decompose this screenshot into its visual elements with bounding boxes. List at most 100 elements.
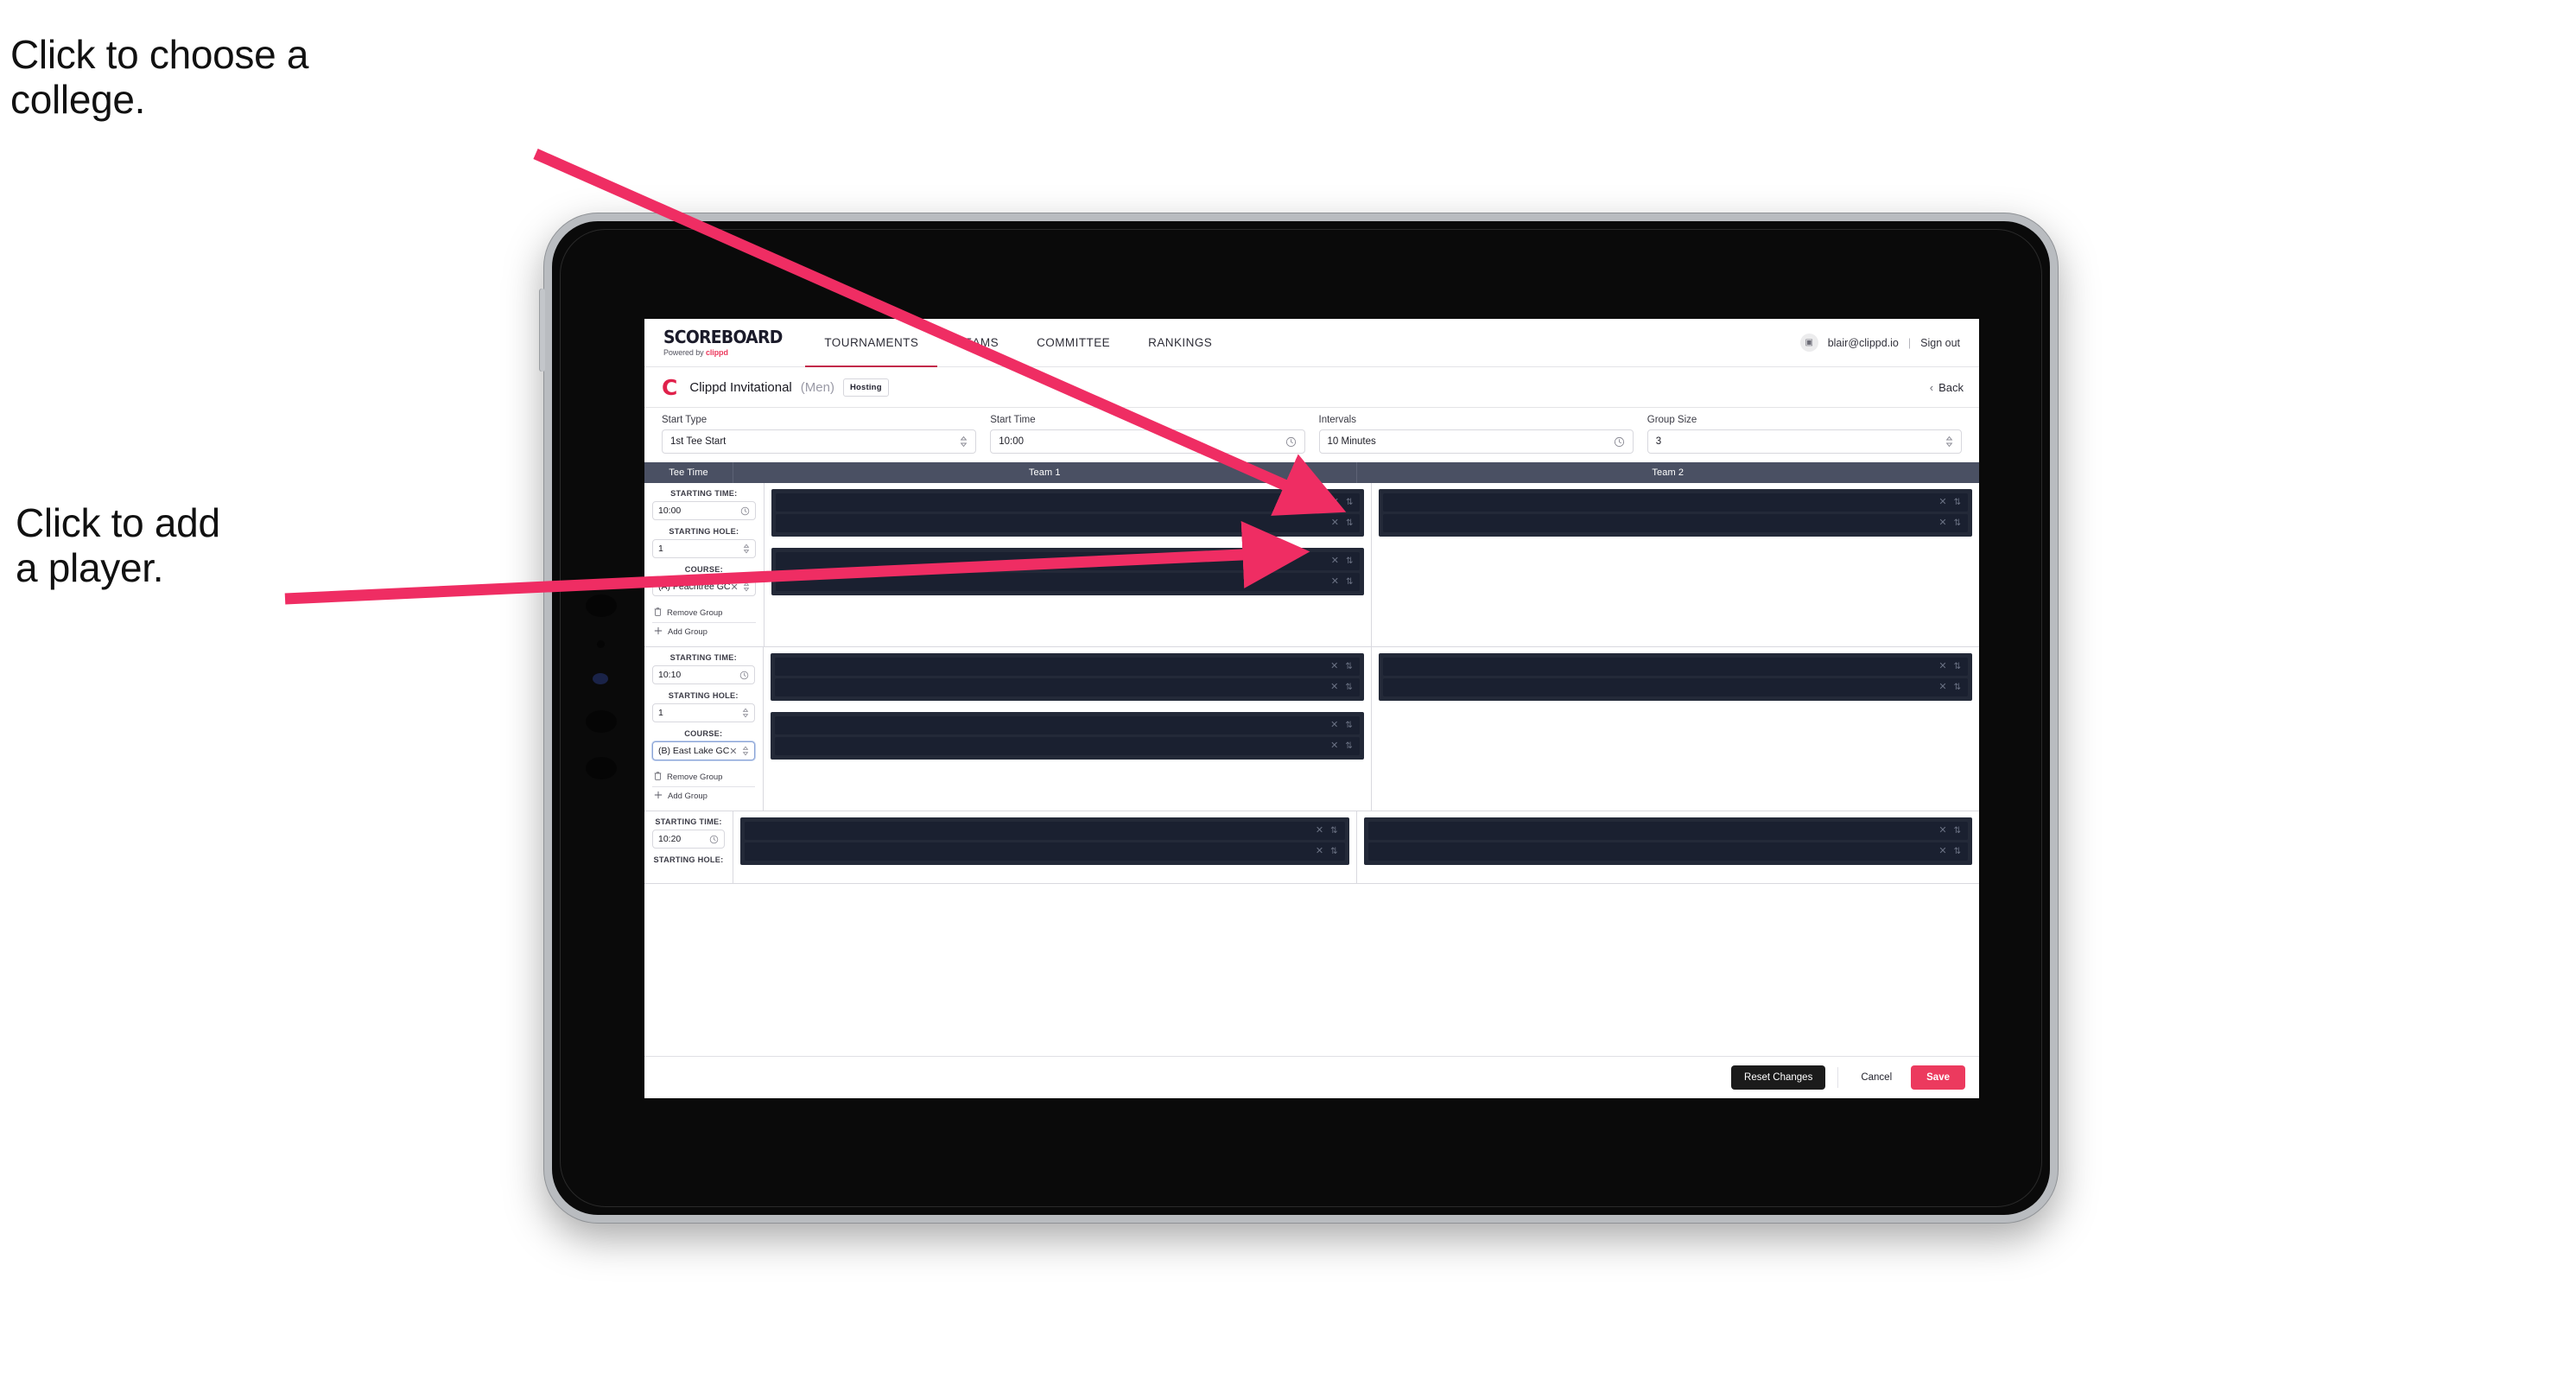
cell-spacer <box>1379 548 1972 639</box>
stepper-icon[interactable]: ⇅ <box>1346 556 1353 566</box>
stepper-icon[interactable]: ⇅ <box>1345 741 1352 751</box>
remove-player-icon[interactable]: ✕ <box>1331 556 1339 566</box>
stepper-icon[interactable] <box>1945 436 1953 448</box>
stepper-icon[interactable]: ⇅ <box>1345 662 1352 671</box>
player-slot[interactable]: ✕ ⇅ <box>775 552 1361 570</box>
save-button[interactable]: Save <box>1911 1065 1965 1090</box>
avatar-glyph-icon: ▣ <box>1805 338 1813 347</box>
player-group-team2-r0-g0[interactable]: ✕ ⇅ ✕ ⇅ <box>1379 489 1973 537</box>
player-slot[interactable]: ✕ ⇅ <box>774 737 1360 755</box>
nav-tab-tournaments[interactable]: TOURNAMENTS <box>805 319 938 367</box>
stepper-icon[interactable]: ⇅ <box>1954 847 1961 856</box>
stepper-icon[interactable]: ⇅ <box>1954 683 1961 692</box>
remove-player-icon[interactable]: ✕ <box>1330 662 1338 671</box>
cancel-button[interactable]: Cancel <box>1850 1065 1902 1090</box>
stepper-icon[interactable]: ⇅ <box>1954 826 1961 836</box>
intervals-input[interactable]: 10 Minutes <box>1318 429 1634 454</box>
group-size-stepper[interactable]: 3 <box>1646 429 1962 454</box>
remove-player-icon[interactable]: ✕ <box>1938 683 1946 692</box>
remove-player-icon[interactable]: ✕ <box>1938 662 1946 671</box>
stepper-icon[interactable]: ⇅ <box>1954 662 1961 671</box>
nav-tab-teams[interactable]: TEAMS <box>937 319 1018 366</box>
remove-player-icon[interactable]: ✕ <box>1331 498 1339 507</box>
clear-course-icon[interactable]: ✕ <box>729 746 737 757</box>
player-slot[interactable]: ✕ ⇅ <box>1382 658 1968 676</box>
remove-player-icon[interactable]: ✕ <box>1316 847 1323 856</box>
nav-tab-rankings[interactable]: RANKINGS <box>1129 319 1231 366</box>
scoreboard-logo[interactable]: SCOREBOARD Powered by clippd <box>644 319 805 366</box>
remove-player-icon[interactable]: ✕ <box>1938 847 1946 856</box>
stepper-icon[interactable]: ⇅ <box>1345 721 1352 730</box>
player-group-team2-r2-g0[interactable]: ✕ ⇅ ✕ ⇅ <box>1363 817 1972 865</box>
player-group-team2-r1-g0[interactable]: ✕ ⇅ ✕ ⇅ <box>1378 653 1972 701</box>
player-slot[interactable]: ✕ ⇅ <box>1367 842 1968 861</box>
stepper-icon[interactable] <box>960 436 968 448</box>
tee-time-cell: STARTING TIME: 10:10 STARTING HOLE: 1 COURSE… <box>644 647 764 811</box>
remove-player-icon[interactable]: ✕ <box>1330 683 1338 692</box>
remove-player-icon[interactable]: ✕ <box>1316 826 1323 836</box>
stepper-icon[interactable]: ⇅ <box>1345 683 1352 692</box>
add-group-button[interactable]: Add Group <box>652 786 755 805</box>
clock-icon[interactable] <box>739 671 749 680</box>
starting-hole-stepper[interactable]: 1 <box>652 539 756 558</box>
reset-changes-button[interactable]: Reset Changes <box>1731 1065 1826 1090</box>
player-group-team1-r1-g0[interactable]: ✕ ⇅ ✕ ⇅ <box>770 653 1364 701</box>
player-slot[interactable]: ✕ ⇅ <box>774 678 1360 696</box>
stepper-icon[interactable]: ⇅ <box>1954 518 1961 528</box>
remove-player-icon[interactable]: ✕ <box>1330 741 1338 751</box>
stepper-icon[interactable] <box>743 544 750 554</box>
player-slot[interactable]: ✕ ⇅ <box>1383 514 1969 532</box>
player-group-team1-r0-g1[interactable]: ✕ ⇅ ✕ ⇅ <box>771 548 1365 595</box>
stepper-icon[interactable] <box>742 708 749 718</box>
add-group-button[interactable]: Add Group <box>652 622 756 641</box>
starting-hole-stepper[interactable]: 1 <box>652 703 755 722</box>
player-slot[interactable]: ✕ ⇅ <box>1382 678 1968 696</box>
tournament-header-bar: C Clippd Invitational (Men) Hosting ‹ Ba… <box>644 367 1979 408</box>
player-slot[interactable]: ✕ ⇅ <box>775 573 1361 591</box>
stepper-icon[interactable]: ⇅ <box>1346 577 1353 587</box>
stepper-icon[interactable]: ⇅ <box>1330 847 1337 856</box>
avatar[interactable]: ▣ <box>1799 334 1818 352</box>
clock-icon[interactable] <box>1614 436 1625 448</box>
start-type-select[interactable]: 1st Tee Start <box>662 429 977 454</box>
starting-time-input[interactable]: 10:00 <box>652 501 756 520</box>
player-slot[interactable]: ✕ ⇅ <box>1383 493 1969 512</box>
course-label: COURSE: <box>684 565 723 574</box>
start-time-input[interactable]: 10:00 <box>990 429 1305 454</box>
starting-time-input[interactable]: 10:20 <box>652 830 725 849</box>
stepper-icon[interactable] <box>742 746 749 756</box>
course-select[interactable]: (A) Peachtree GC ✕ <box>652 577 756 596</box>
back-link[interactable]: ‹ Back <box>1930 381 1964 394</box>
player-slot[interactable]: ✕ ⇅ <box>1367 822 1968 840</box>
remove-player-icon[interactable]: ✕ <box>1330 721 1338 730</box>
player-group-team1-r2-g0[interactable]: ✕ ⇅ ✕ ⇅ <box>740 817 1349 865</box>
nav-tab-committee[interactable]: COMMITTEE <box>1018 319 1129 366</box>
starting-time-input[interactable]: 10:10 <box>652 665 755 684</box>
remove-player-icon[interactable]: ✕ <box>1331 577 1339 587</box>
stepper-icon[interactable]: ⇅ <box>1330 826 1337 836</box>
remove-player-icon[interactable]: ✕ <box>1938 826 1946 836</box>
player-slot[interactable]: ✕ ⇅ <box>774 658 1360 676</box>
stepper-icon[interactable]: ⇅ <box>1346 498 1353 507</box>
remove-group-button[interactable]: Remove Group <box>652 603 756 622</box>
clock-icon[interactable] <box>709 835 719 844</box>
remove-group-button[interactable]: Remove Group <box>652 767 755 786</box>
player-slot[interactable]: ✕ ⇅ <box>745 842 1345 861</box>
remove-player-icon[interactable]: ✕ <box>1331 518 1339 528</box>
player-slot[interactable]: ✕ ⇅ <box>745 822 1345 840</box>
remove-player-icon[interactable]: ✕ <box>1938 518 1946 528</box>
player-slot[interactable]: ✕ ⇅ <box>774 716 1360 734</box>
player-slot[interactable]: ✕ ⇅ <box>775 514 1361 532</box>
stepper-icon[interactable]: ⇅ <box>1954 498 1961 507</box>
sign-out-link[interactable]: Sign out <box>1920 337 1960 349</box>
course-select[interactable]: (B) East Lake GC ✕ <box>652 741 755 760</box>
player-group-team1-r0-g0[interactable]: ✕ ⇅ ✕ ⇅ <box>771 489 1365 537</box>
stepper-icon[interactable]: ⇅ <box>1346 518 1353 528</box>
clock-icon[interactable] <box>1285 436 1297 448</box>
player-group-team1-r1-g1[interactable]: ✕ ⇅ ✕ ⇅ <box>770 712 1364 760</box>
stepper-icon[interactable] <box>743 582 750 592</box>
clock-icon[interactable] <box>740 506 750 516</box>
player-slot[interactable]: ✕ ⇅ <box>775 493 1361 512</box>
remove-player-icon[interactable]: ✕ <box>1938 498 1946 507</box>
clear-course-icon[interactable]: ✕ <box>730 582 738 593</box>
